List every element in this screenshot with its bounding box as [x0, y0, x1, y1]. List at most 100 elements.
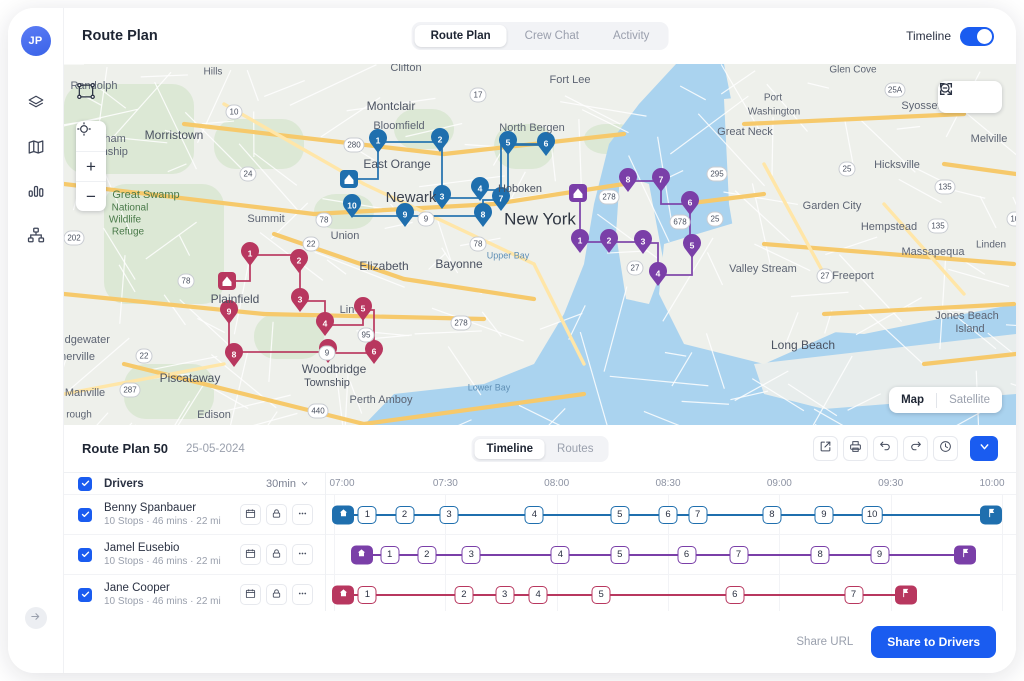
- home-icon: [356, 546, 367, 564]
- route-end-marker[interactable]: [980, 505, 1003, 524]
- map-canvas[interactable]: 1234567891012345678123456789101725A28024…: [64, 64, 1016, 425]
- timeline-stop[interactable]: 7: [844, 585, 864, 604]
- more-button[interactable]: [292, 584, 313, 605]
- calendar-button[interactable]: [240, 544, 261, 565]
- timeline-stop[interactable]: 1: [357, 505, 377, 524]
- timeline-stop[interactable]: 10: [861, 505, 883, 524]
- svg-text:Bayonne: Bayonne: [435, 257, 483, 271]
- map-zoom-in-button[interactable]: +: [76, 151, 106, 181]
- timeline-stop[interactable]: 6: [658, 505, 678, 524]
- timeline-toggle-label: Timeline: [906, 29, 951, 43]
- timeline-stop[interactable]: 4: [524, 505, 544, 524]
- svg-text:Manville: Manville: [65, 387, 105, 399]
- route-start-marker[interactable]: [350, 545, 373, 564]
- sidebar-item-layers[interactable]: [19, 86, 53, 120]
- map-fullscreen-button[interactable]: [939, 82, 996, 109]
- timeline-stop[interactable]: 4: [528, 585, 548, 604]
- timeline-stop[interactable]: 3: [495, 585, 515, 604]
- calendar-icon: [245, 588, 256, 602]
- timeline-stop[interactable]: 5: [591, 585, 611, 604]
- sidebar-item-network[interactable]: [19, 218, 53, 252]
- plan-view-routes[interactable]: Routes: [545, 439, 605, 459]
- svg-text:Island: Island: [955, 323, 984, 335]
- driver-checkbox[interactable]: [78, 587, 92, 602]
- timeline-stop[interactable]: 5: [610, 505, 630, 524]
- timeline-stop[interactable]: 8: [810, 545, 830, 564]
- svg-text:Fort Lee: Fort Lee: [550, 74, 591, 86]
- history-button[interactable]: [933, 436, 958, 461]
- driver-row[interactable]: Jane Cooper 10 Stops · 46 mins · 22 mi: [64, 575, 325, 615]
- select-all-checkbox[interactable]: [78, 476, 92, 491]
- timeline-stop[interactable]: 1: [380, 545, 400, 564]
- interval-dropdown[interactable]: 30min: [266, 478, 309, 490]
- map-mode-satellite[interactable]: Satellite: [937, 387, 1002, 413]
- timeline-row[interactable]: 1 2 34 5 6 7: [326, 575, 1016, 611]
- redo-button[interactable]: [903, 436, 928, 461]
- interval-value: 30min: [266, 477, 296, 490]
- map-locate-button[interactable]: [76, 121, 106, 151]
- timeline-stop[interactable]: 2: [395, 505, 414, 524]
- sidebar-item-map[interactable]: [19, 130, 53, 164]
- driver-actions: [240, 544, 313, 565]
- lock-button[interactable]: [266, 544, 287, 565]
- timeline-stop[interactable]: 7: [729, 545, 748, 564]
- svg-text:Township: Township: [304, 377, 350, 389]
- avatar[interactable]: JP: [20, 26, 51, 56]
- svg-text:6: 6: [544, 138, 549, 148]
- calendar-icon: [245, 508, 256, 522]
- route-start-marker[interactable]: [332, 505, 354, 524]
- timeline-stop[interactable]: 9: [870, 545, 890, 564]
- driver-meta: 10 Stops · 46 mins · 22 mi: [104, 596, 221, 607]
- timeline-stop[interactable]: 6: [725, 585, 745, 604]
- timeline-stop[interactable]: 5: [610, 545, 630, 564]
- svg-text:Edison: Edison: [197, 409, 231, 421]
- driver-checkbox[interactable]: [78, 507, 92, 522]
- route-end-marker[interactable]: [954, 545, 977, 564]
- calendar-button[interactable]: [240, 584, 261, 605]
- timeline-row[interactable]: 1 2 3 4 5 6 7 8 9 10: [326, 495, 1016, 535]
- timeline-stop[interactable]: 6: [677, 545, 697, 564]
- svg-text:idgewater: idgewater: [64, 334, 110, 346]
- driver-row[interactable]: Benny Spanbauer 10 Stops · 46 mins · 22 m…: [64, 495, 325, 535]
- tab-crew-chat[interactable]: Crew Chat: [509, 25, 595, 47]
- timeline-toggle[interactable]: [960, 26, 994, 46]
- sidebar-expand-button[interactable]: [24, 607, 47, 629]
- svg-text:Massapequa: Massapequa: [902, 246, 966, 258]
- svg-text:4: 4: [323, 318, 328, 328]
- timeline-chart[interactable]: 07:00 07:30 08:00 08:30 09:00 09:30 10:00 1234…: [326, 473, 1016, 611]
- calendar-button[interactable]: [240, 504, 261, 525]
- print-button[interactable]: [843, 436, 868, 461]
- timeline-stop[interactable]: 7: [688, 505, 708, 524]
- share-to-drivers-button[interactable]: Share to Drivers: [871, 626, 996, 658]
- more-button[interactable]: [292, 504, 313, 525]
- timeline-stop[interactable]: 8: [762, 505, 782, 524]
- driver-list: Drivers 30min Benny Spanbauer 10 Stops · …: [64, 473, 326, 615]
- tab-activity[interactable]: Activity: [597, 25, 665, 47]
- undo-button[interactable]: [873, 436, 898, 461]
- timeline-row[interactable]: 12 3 4 5 6 7 8 9: [326, 535, 1016, 575]
- svg-text:Perth Amboy: Perth Amboy: [350, 394, 413, 406]
- collapse-panel-button[interactable]: [970, 436, 998, 461]
- route-start-marker[interactable]: [332, 585, 354, 604]
- timeline-stop[interactable]: 3: [439, 505, 459, 524]
- timeline-stop[interactable]: 4: [550, 545, 570, 564]
- map-zoom-out-button[interactable]: −: [76, 181, 106, 211]
- timeline-stop[interactable]: 2: [454, 585, 474, 604]
- map-mode-map[interactable]: Map: [889, 387, 936, 413]
- timeline-stop[interactable]: 1: [357, 585, 377, 604]
- more-button[interactable]: [292, 544, 313, 565]
- timeline-stop[interactable]: 9: [814, 505, 834, 524]
- lock-button[interactable]: [266, 504, 287, 525]
- map-select-tool[interactable]: [76, 81, 106, 111]
- sidebar-item-analytics[interactable]: [19, 174, 53, 208]
- timeline-stop[interactable]: 2: [417, 545, 437, 564]
- share-button[interactable]: [813, 436, 838, 461]
- share-url-link[interactable]: Share URL: [796, 636, 853, 648]
- driver-checkbox[interactable]: [78, 547, 92, 562]
- lock-button[interactable]: [266, 584, 287, 605]
- driver-row[interactable]: Jamel Eusebio 10 Stops · 46 mins · 22 mi: [64, 535, 325, 575]
- route-end-marker[interactable]: [894, 585, 917, 604]
- tab-route-plan[interactable]: Route Plan: [414, 25, 507, 47]
- plan-view-timeline[interactable]: Timeline: [474, 438, 546, 459]
- timeline-stop[interactable]: 3: [461, 545, 481, 564]
